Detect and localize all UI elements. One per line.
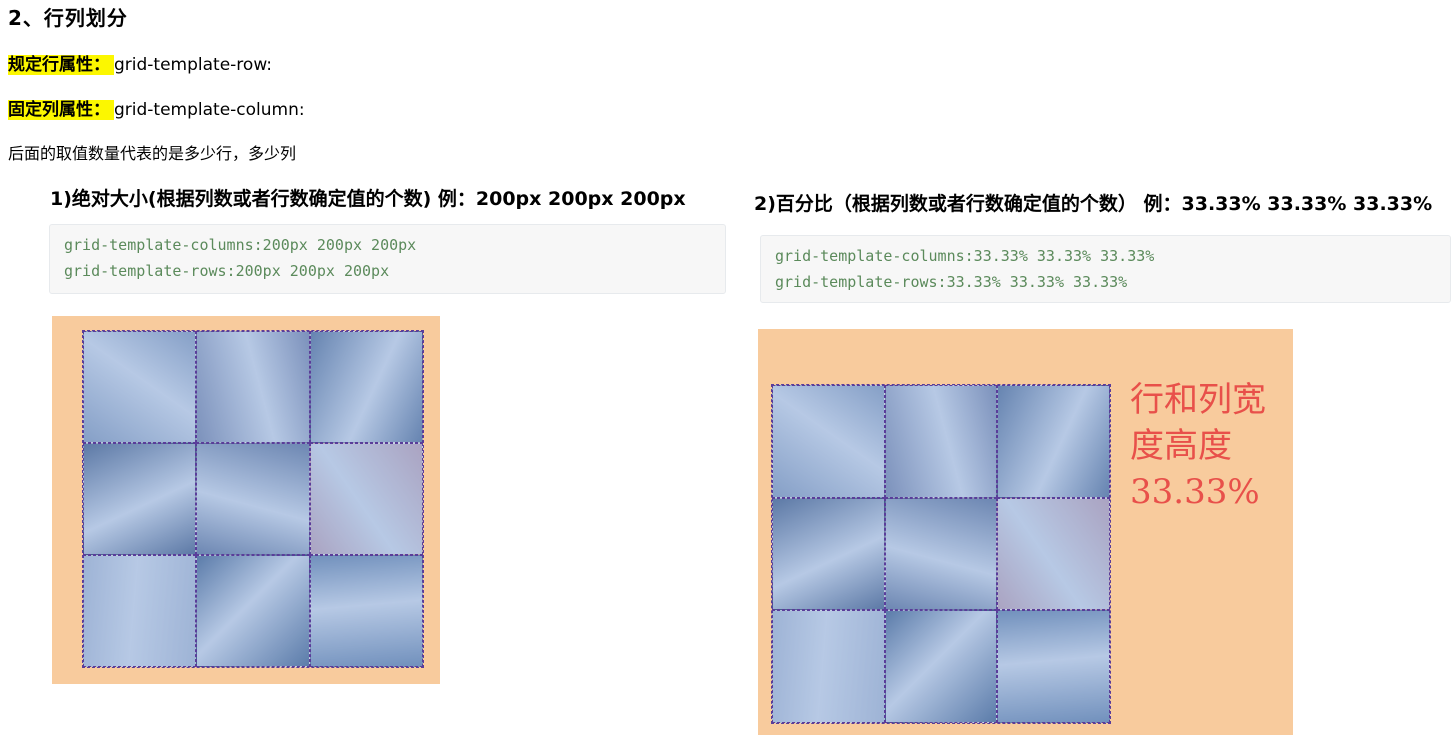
example1-code-line1: grid-template-columns:200px 200px 200px <box>64 236 417 254</box>
example2-demo-image: 行和列宽 度高度 33.33% <box>758 329 1293 735</box>
row-property-value: grid-template-row: <box>114 55 273 75</box>
grid-photo-cell <box>196 555 310 667</box>
grid-photo-cell <box>196 331 310 443</box>
example1-grid <box>82 330 424 668</box>
example2-annotation-line3: 33.33% <box>1130 472 1260 512</box>
description-text: 后面的取值数量代表的是多少行，多少列 <box>8 144 297 163</box>
grid-photo-cell <box>309 555 423 667</box>
example2-annotation-line2: 度高度 <box>1130 426 1232 466</box>
example2-code-block: grid-template-columns:33.33% 33.33% 33.3… <box>760 235 1451 303</box>
grid-photo-cell <box>884 385 998 498</box>
column-property-value: grid-template-column: <box>114 100 305 120</box>
example2-annotation: 行和列宽 度高度 33.33% <box>1130 377 1266 515</box>
example2-title: 2)百分比（根据列数或者行数确定值的个数） 例：33.33% 33.33% 33… <box>754 193 1433 215</box>
grid-photo-cell <box>997 610 1110 723</box>
grid-photo-cell <box>997 497 1110 611</box>
grid-photo-cell <box>309 443 423 555</box>
grid-photo-cell <box>772 385 885 498</box>
example1-code-block: grid-template-columns:200px 200px 200px g… <box>49 224 726 294</box>
example1-code-line2: grid-template-rows:200px 200px 200px <box>64 262 390 280</box>
row-property-label: 规定行属性： <box>8 55 114 75</box>
section-heading: 2、行列划分 <box>8 6 128 30</box>
grid-photo-cell <box>884 610 998 723</box>
example1-title: 1)绝对大小(根据列数或者行数确定值的个数) 例：200px 200px 200… <box>50 188 686 210</box>
column-property-label: 固定列属性： <box>8 100 114 120</box>
example1-demo-image <box>52 316 440 684</box>
example2-code-line1: grid-template-columns:33.33% 33.33% 33.3… <box>775 247 1155 265</box>
grid-photo-cell <box>83 555 197 667</box>
grid-photo-cell <box>309 331 423 443</box>
grid-photo-cell <box>83 443 197 555</box>
example2-code-line2: grid-template-rows:33.33% 33.33% 33.33% <box>775 273 1128 291</box>
example2-annotation-line1: 行和列宽 <box>1130 380 1266 420</box>
grid-photo-cell <box>83 331 197 443</box>
row-property-line: 规定行属性： grid-template-row: <box>8 50 272 75</box>
column-property-line: 固定列属性： grid-template-column: <box>8 95 305 120</box>
grid-photo-cell <box>772 497 885 611</box>
example2-grid <box>771 384 1111 724</box>
grid-photo-cell <box>772 610 885 723</box>
grid-photo-cell <box>196 443 310 555</box>
grid-photo-cell <box>997 385 1110 498</box>
grid-photo-cell <box>884 497 998 611</box>
